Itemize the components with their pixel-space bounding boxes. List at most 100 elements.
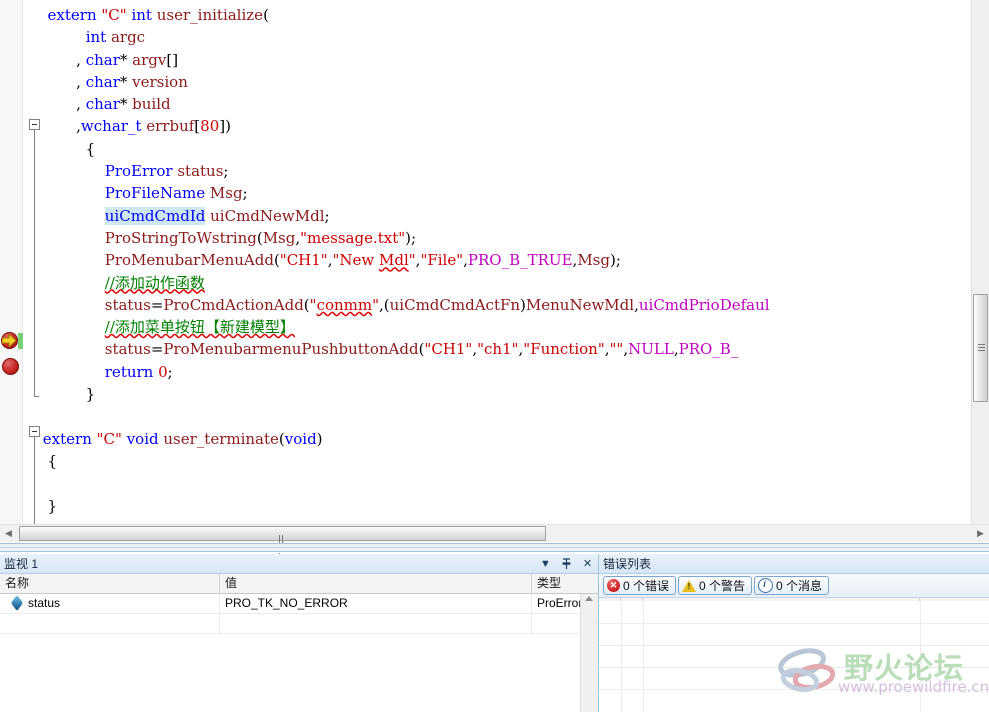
column-header-value[interactable]: 值: [220, 574, 532, 593]
code-text-area[interactable]: extern "C" int user_initialize( int argc…: [22, 0, 967, 536]
code-line[interactable]: , char* argv[]: [38, 49, 967, 71]
code-token: void: [284, 429, 317, 448]
watch-grid: 名称 值 类型 status PRO_TK_NO_ERROR ProErrors: [0, 574, 598, 712]
code-token: 0: [158, 362, 168, 381]
code-editor[interactable]: extern "C" int user_initialize( int argc…: [0, 0, 989, 561]
code-line[interactable]: ProError status;: [38, 160, 967, 182]
horizontal-scrollbar-thumb[interactable]: [19, 526, 546, 561]
code-token: user_initialize: [156, 6, 264, 24]
scroll-right-button[interactable]: ▶: [972, 525, 989, 542]
code-token: }: [38, 496, 58, 515]
watch-cell-name[interactable]: status: [0, 594, 220, 613]
code-token: =: [150, 295, 164, 314]
code-line[interactable]: , char* version: [38, 71, 967, 93]
code-token: *: [119, 72, 133, 91]
breakpoint-gutter[interactable]: [0, 0, 23, 536]
column-header-type[interactable]: 类型: [532, 574, 581, 593]
watch-cell-value[interactable]: PRO_TK_NO_ERROR: [220, 594, 532, 613]
code-line[interactable]: ProMenubarMenuAdd("CH1","New Mdl","File"…: [38, 249, 967, 271]
code-token: ProMenubarMenuAdd: [104, 251, 274, 270]
watch-cell-name-empty[interactable]: [0, 614, 220, 633]
code-token: ,: [38, 95, 86, 114]
tab-messages[interactable]: 0 个消息: [754, 576, 830, 595]
code-line[interactable]: ,wchar_t errbuf[80]): [38, 115, 967, 137]
table-row-empty[interactable]: [0, 614, 598, 634]
watch-panel: 监视 1 ▼ ✕ 名称 值 类型 status PRO_TK_NO_ERROR …: [0, 554, 599, 712]
code-token: MenuNewMdl: [525, 295, 635, 314]
error-panel-title: 错误列表: [603, 557, 652, 571]
code-token: "message.txt": [300, 228, 406, 247]
tab-warnings-label: 0 个警告: [699, 579, 746, 593]
code-token: user_terminate: [163, 429, 279, 448]
column-header-name[interactable]: 名称: [0, 574, 220, 593]
code-token: "": [609, 340, 624, 359]
code-token: ProStringToWstring: [104, 228, 257, 247]
code-token: PRO_B_TRUE: [467, 251, 573, 270]
code-line[interactable]: status=ProMenubarmenuPushbuttonAdd("CH1"…: [38, 338, 967, 360]
watch-variable-name: status: [28, 596, 61, 610]
tab-errors[interactable]: 0 个错误: [603, 576, 677, 595]
close-icon[interactable]: ✕: [581, 558, 594, 571]
code-token: ": [372, 295, 380, 314]
breakpoint-icon[interactable]: [2, 358, 19, 375]
code-line[interactable]: ProStringToWstring(Msg,"message.txt");: [38, 227, 967, 249]
code-token: int: [85, 28, 107, 47]
editor-horizontal-scrollbar[interactable]: ◀ ▶: [0, 524, 989, 561]
scroll-left-button[interactable]: ◀: [0, 525, 17, 542]
chevron-down-icon[interactable]: ▼: [539, 558, 552, 571]
code-token: uiCmdNewMdl: [210, 206, 325, 225]
scroll-up-arrow-icon[interactable]: [585, 596, 593, 601]
code-token: int: [131, 6, 152, 24]
code-line[interactable]: extern "C" int user_initialize(: [38, 4, 967, 26]
code-line[interactable]: uiCmdCmdId uiCmdNewMdl;: [38, 205, 967, 227]
code-line[interactable]: int argc: [38, 26, 967, 48]
code-token: }: [38, 385, 96, 404]
table-row[interactable]: status PRO_TK_NO_ERROR ProErrors: [0, 594, 598, 614]
code-token: ;: [242, 184, 248, 203]
code-token: 80: [200, 117, 220, 136]
execution-pointer-icon: [2, 334, 17, 347]
code-token: wchar_t: [80, 117, 142, 136]
code-line[interactable]: }: [38, 495, 967, 517]
code-line[interactable]: //添加菜单按钮【新建模型】: [38, 316, 967, 338]
code-line[interactable]: status=ProCmdActionAdd("conmm",(uiCmdCmd…: [38, 294, 967, 316]
vertical-scrollbar-thumb[interactable]: [973, 294, 988, 402]
editor-vertical-scrollbar[interactable]: ▼: [971, 0, 989, 536]
code-line[interactable]: [38, 405, 967, 427]
code-line[interactable]: }: [38, 383, 967, 405]
code-token: status: [177, 162, 224, 181]
code-token: (: [263, 6, 269, 24]
code-line[interactable]: , char* build: [38, 93, 967, 115]
pin-icon[interactable]: [560, 557, 573, 571]
code-lines: extern "C" int user_initialize( int argc…: [22, 0, 967, 517]
watch-cell-type-empty: [532, 614, 581, 633]
code-token: ProFileName: [104, 184, 206, 203]
error-grid-body[interactable]: [599, 601, 989, 712]
watch-vertical-scrollbar[interactable]: [580, 594, 598, 712]
code-token: argv: [132, 50, 167, 69]
error-icon: [607, 579, 620, 592]
error-row-sep-2: [599, 645, 989, 646]
code-line[interactable]: ProFileName Msg;: [38, 182, 967, 204]
panel-splitter[interactable]: [0, 543, 989, 552]
code-token: ]): [219, 117, 231, 136]
code-token: );: [609, 251, 621, 270]
code-token: char: [85, 50, 120, 69]
tab-warnings[interactable]: 0 个警告: [678, 576, 753, 595]
tab-errors-label: 0 个错误: [623, 579, 670, 593]
code-line[interactable]: //添加动作函数: [38, 272, 967, 294]
watch-cell-value-empty[interactable]: [220, 614, 532, 633]
code-token: PRO_B_: [678, 340, 739, 359]
code-line[interactable]: {: [38, 450, 967, 472]
code-line[interactable]: {: [38, 138, 967, 160]
code-line[interactable]: [38, 472, 967, 494]
code-token: "File": [420, 251, 464, 270]
code-line[interactable]: extern "C" void user_terminate(void): [38, 428, 967, 450]
code-line[interactable]: return 0;: [38, 361, 967, 383]
error-list-panel: 错误列表 0 个错误 0 个警告 0 个消息 说明 文件: [599, 554, 989, 712]
code-token: ;: [324, 206, 330, 225]
